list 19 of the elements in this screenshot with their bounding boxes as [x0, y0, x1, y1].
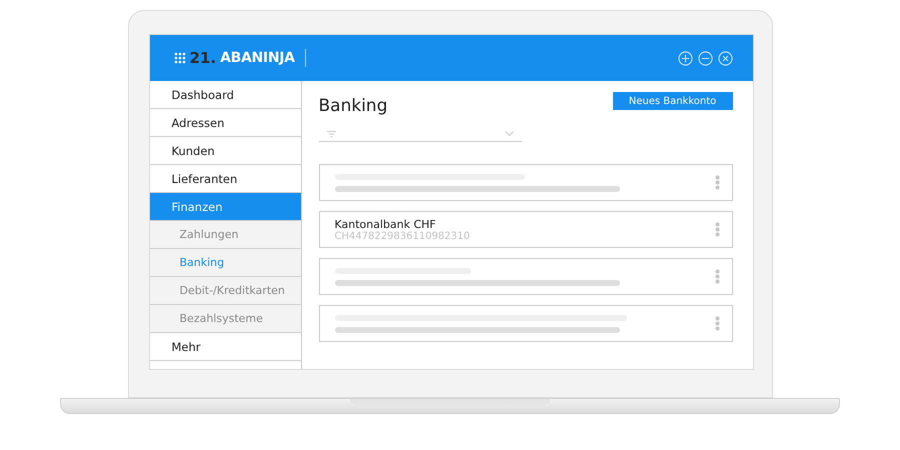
logo-number: 21.	[190, 49, 216, 67]
account-card[interactable]: Kantonalbank CHF CH4478229836110982310	[318, 211, 732, 248]
account-card[interactable]	[318, 305, 732, 342]
filter-icon	[326, 130, 336, 136]
account-iban: CH4478229836110982310	[334, 230, 471, 242]
chevron-icon	[504, 131, 514, 136]
plus-icon[interactable]	[678, 50, 692, 66]
account-card[interactable]	[318, 164, 732, 201]
more-icon[interactable]	[714, 222, 720, 237]
account-name: Kantonalbank CHF	[334, 218, 437, 230]
more-icon[interactable]	[714, 175, 720, 190]
account-card[interactable]	[318, 258, 732, 295]
more-icon[interactable]	[714, 316, 720, 331]
page-title: Banking	[318, 96, 388, 116]
minus-icon[interactable]	[698, 50, 712, 66]
more-icon[interactable]	[714, 269, 720, 284]
close-icon[interactable]	[718, 50, 732, 66]
logo-text: ABANINJA	[220, 50, 295, 66]
grid-icon	[174, 52, 186, 64]
